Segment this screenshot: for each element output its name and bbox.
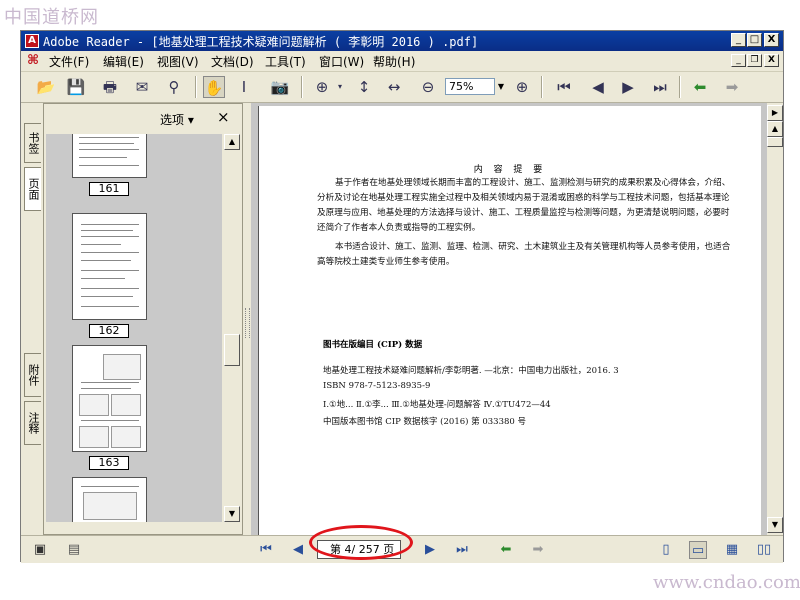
minimize-button[interactable]: _	[731, 33, 746, 47]
watermark-site-name: 中国道桥网	[4, 7, 99, 28]
thumbnail-page-number: 161	[89, 182, 129, 196]
tab-attachments[interactable]: 附件	[24, 353, 41, 397]
audience-paragraph: 本书适合设计、施工、监测、监理、检测、研究、土木建筑业主及有关管理机构等人员参考…	[317, 242, 731, 267]
menu-edit[interactable]: 编辑(E)	[103, 53, 144, 70]
doc-minimize-button[interactable]: _	[731, 54, 746, 67]
document-scrollbar[interactable]: ▶ ▲ ▼	[767, 103, 783, 535]
single-page-icon[interactable]: ▯	[657, 541, 675, 559]
go-forward-icon[interactable]: ➡	[529, 541, 547, 559]
print-icon[interactable]: 🖶	[99, 76, 121, 98]
first-page-icon[interactable]: ⏮	[257, 541, 275, 559]
email-icon[interactable]: ✉	[131, 76, 153, 98]
toolbar-separator	[301, 76, 303, 98]
scroll-down-icon[interactable]: ▼	[767, 517, 783, 533]
document-page: 内 容 提 要 基于作者在地基处理领域长期而丰富的工程设计、施工、监测检测与研究…	[258, 106, 761, 535]
menu-help[interactable]: 帮助(H)	[373, 53, 415, 70]
highlight-ellipse	[309, 525, 413, 560]
next-page-icon[interactable]: ▶	[617, 76, 639, 98]
window-title: Adobe Reader - [地基处理工程技术疑难问题解析 ( 李彰明 201…	[43, 35, 479, 49]
menu-bar: ⌘ 文件(F) 编辑(E) 视图(V) 文档(D) 工具(T) 窗口(W) 帮助…	[21, 51, 783, 72]
page-layout-icon[interactable]: ▤	[65, 541, 83, 559]
zoom-tool-dropdown-icon[interactable]: ▾	[329, 76, 351, 98]
close-button[interactable]: X	[764, 33, 779, 47]
summary-heading: 内 容 提 要	[473, 165, 547, 175]
cip-classification-line: Ⅰ.①地... Ⅱ.①李... Ⅲ.①地基处理-问题解答 Ⅳ.①TU472—44	[323, 400, 551, 410]
menu-tools[interactable]: 工具(T)	[265, 53, 306, 70]
menu-window[interactable]: 窗口(W)	[319, 53, 364, 70]
go-back-icon[interactable]: ⬅	[689, 76, 711, 98]
go-back-icon[interactable]: ⬅	[497, 541, 515, 559]
title-bar: A Adobe Reader - [地基处理工程技术疑难问题解析 ( 李彰明 2…	[21, 31, 783, 51]
adobe-reader-icon: A	[25, 34, 39, 48]
pages-panel-header: 选项 ▾ ×	[44, 104, 242, 132]
tab-comments[interactable]: 注释	[24, 401, 41, 445]
open-folder-icon[interactable]: 📂	[35, 76, 57, 98]
close-panel-icon[interactable]: ×	[217, 108, 230, 126]
save-icon[interactable]: 💾	[65, 76, 87, 98]
zoom-in-icon[interactable]: ⊕	[511, 76, 533, 98]
page-left-icon[interactable]: ▶	[767, 105, 783, 121]
pages-panel: 选项 ▾ × 161 162 163 ▲ ▼	[43, 103, 243, 535]
next-page-icon[interactable]: ▶	[421, 541, 439, 559]
cip-isbn-line: ISBN 978-7-5123-8935-9	[323, 381, 431, 391]
doc-restore-button[interactable]: ❐	[747, 54, 762, 67]
last-page-icon[interactable]: ⏭	[649, 76, 671, 98]
toolbar-separator	[541, 76, 543, 98]
options-menu[interactable]: 选项 ▾	[160, 111, 194, 128]
select-text-icon[interactable]: I	[233, 76, 255, 98]
continuous-page-icon[interactable]: ▭	[689, 541, 707, 559]
page-thumbnail[interactable]	[72, 345, 147, 452]
splitter-grip[interactable]	[245, 308, 250, 338]
tab-pages[interactable]: 页面	[24, 167, 41, 211]
hand-tool-icon[interactable]: ✋	[203, 76, 225, 98]
doc-close-button[interactable]: X	[764, 54, 779, 67]
facing-pages-icon[interactable]: ▯▯	[755, 541, 773, 559]
menu-view[interactable]: 视图(V)	[157, 53, 199, 70]
side-tabs: 书签 页面 附件 注释	[21, 103, 43, 533]
toolbar-separator	[195, 76, 197, 98]
menu-file[interactable]: 文件(F)	[49, 53, 89, 70]
thumbnail-page-number: 163	[89, 456, 129, 470]
toolbar-separator	[679, 76, 681, 98]
reader-window: A Adobe Reader - [地基处理工程技术疑难问题解析 ( 李彰明 2…	[20, 30, 784, 563]
scroll-thumb[interactable]	[224, 334, 240, 366]
go-forward-icon[interactable]: ➡	[721, 76, 743, 98]
zoom-level-input[interactable]: 75%	[445, 78, 495, 95]
continuous-facing-icon[interactable]: ▦	[723, 541, 741, 559]
watermark-url: www.cndao.com	[653, 572, 800, 593]
scroll-up-icon[interactable]: ▲	[767, 121, 783, 137]
maximize-button[interactable]: □	[747, 33, 762, 47]
thumbnail-list[interactable]: 161 162 163	[46, 134, 222, 522]
pdf-document-icon: ⌘	[27, 53, 40, 68]
snapshot-camera-icon[interactable]: 📷	[269, 76, 291, 98]
cip-record-line: 中国版本图书馆 CIP 数据核字 (2016) 第 033380 号	[323, 417, 527, 427]
document-view[interactable]: 内 容 提 要 基于作者在地基处理领域长期而丰富的工程设计、施工、监测检测与研究…	[251, 103, 767, 535]
previous-page-icon[interactable]: ◀	[587, 76, 609, 98]
scroll-thumb[interactable]	[767, 137, 783, 147]
thumbnail-page-number: 162	[89, 324, 129, 338]
scroll-up-icon[interactable]: ▲	[224, 134, 240, 150]
page-thumbnail[interactable]	[72, 477, 147, 522]
fit-width-icon[interactable]: ↔	[383, 76, 405, 98]
screen-view-icon[interactable]: ▣	[31, 541, 49, 559]
zoom-dropdown-arrow-icon[interactable]: ▼	[495, 78, 507, 95]
menu-document[interactable]: 文档(D)	[211, 53, 254, 70]
scroll-down-icon[interactable]: ▼	[224, 506, 240, 522]
cip-heading: 图书在版编目 (CIP) 数据	[323, 340, 423, 350]
panel-splitter[interactable]	[243, 103, 251, 535]
last-page-icon[interactable]: ⏭	[453, 541, 471, 559]
search-binoculars-icon[interactable]: ⚲	[163, 76, 185, 98]
page-thumbnail[interactable]	[72, 134, 147, 178]
zoom-out-icon[interactable]: ⊖	[417, 76, 439, 98]
first-page-icon[interactable]: ⏮	[553, 76, 575, 98]
tab-bookmarks[interactable]: 书签	[24, 123, 41, 163]
previous-page-icon[interactable]: ◀	[289, 541, 307, 559]
thumbnail-scrollbar[interactable]: ▲ ▼	[224, 134, 240, 522]
toolbar: 📂 💾 🖶 ✉ ⚲ ✋ I 📷 ⊕ ▾ ↕ ↔ ⊖ 75% ▼ ⊕ ⏮ ◀ ▶ …	[21, 72, 783, 103]
page-thumbnail[interactable]	[72, 213, 147, 320]
cip-title-line: 地基处理工程技术疑难问题解析/李彰明著. —北京：中国电力出版社，2016. 3	[323, 366, 619, 376]
summary-paragraph: 基于作者在地基处理领域长期而丰富的工程设计、施工、监测检测与研究的成果积累及心得…	[317, 178, 731, 233]
fit-page-icon[interactable]: ↕	[353, 76, 375, 98]
